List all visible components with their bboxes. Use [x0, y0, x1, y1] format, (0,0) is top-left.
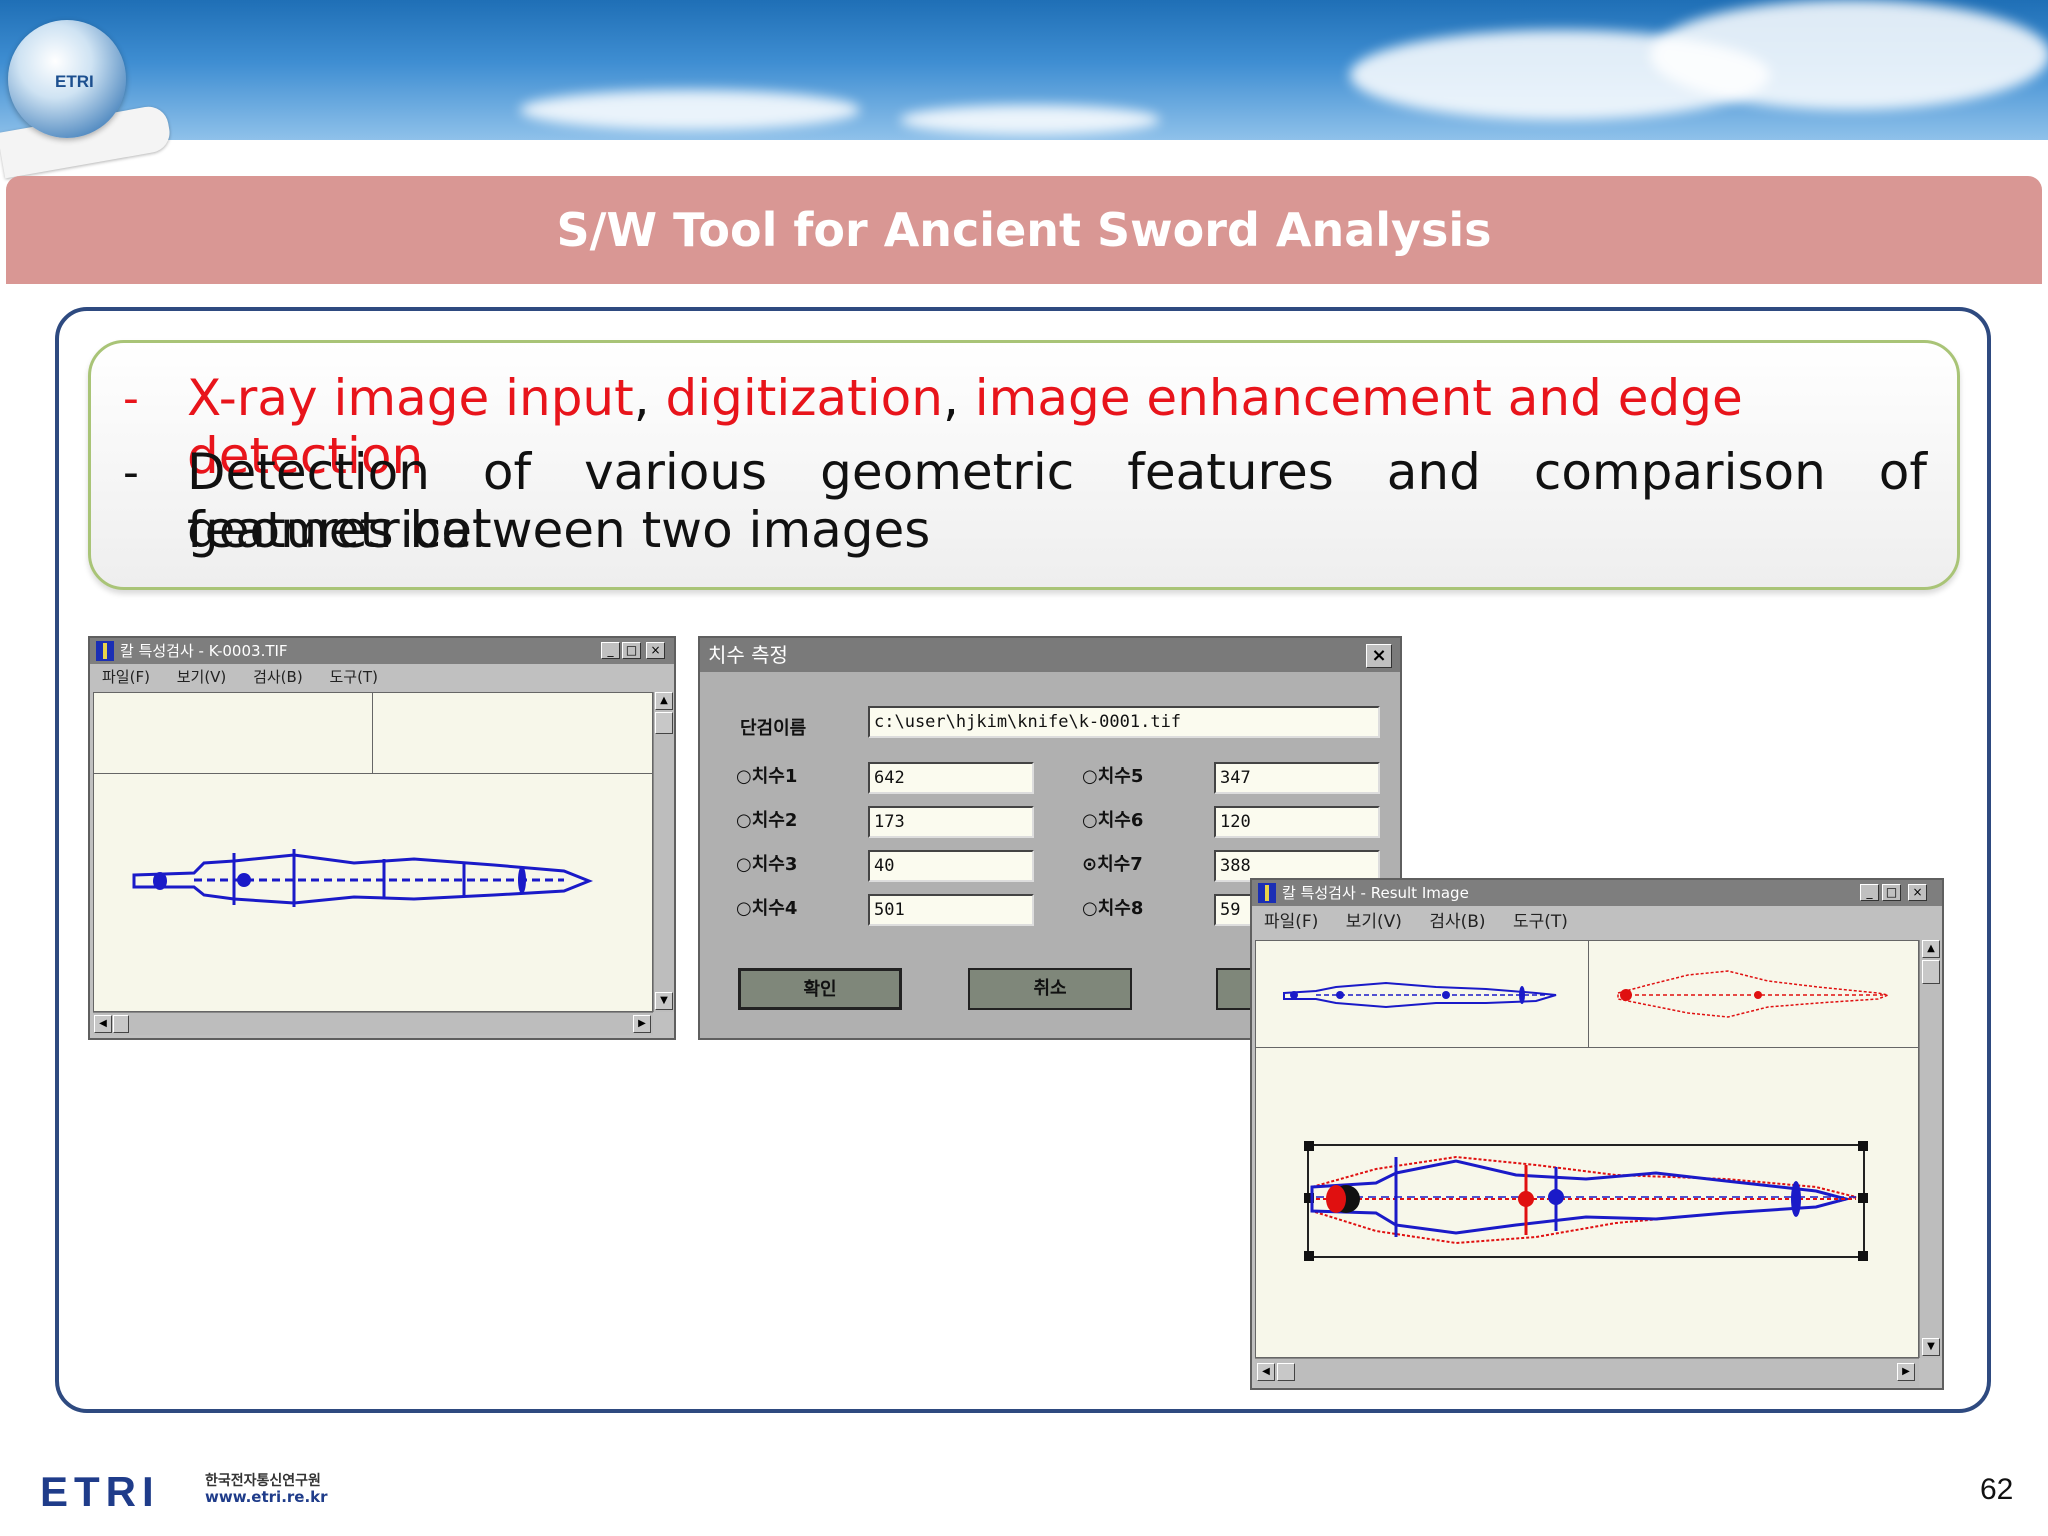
header-banner — [0, 0, 2048, 140]
scroll-up-button[interactable]: ▲ — [655, 692, 673, 710]
maximize-button[interactable]: □ — [622, 642, 641, 659]
measure-5-radio[interactable]: ○치수5 — [1082, 762, 1143, 788]
measure-5-label: 치수5 — [1097, 766, 1144, 787]
cancel-button[interactable]: 취소 — [968, 968, 1132, 1010]
app-icon — [96, 641, 114, 661]
measure-4-radio[interactable]: ○치수4 — [736, 894, 797, 920]
org-name-korean: 한국전자통신연구원 — [205, 1473, 321, 1489]
window-titlebar[interactable]: 칼 특성검사 - Result Image — [1252, 880, 1942, 906]
dialog-close-button[interactable]: × — [1366, 644, 1392, 668]
sword-analysis-window[interactable]: 칼 특성검사 - K-0003.TIF _ □ × 파일(F) 보기(V) 검사… — [88, 636, 676, 1040]
measure-8-radio[interactable]: ○치수8 — [1082, 894, 1143, 920]
scroll-left-button[interactable]: ◀ — [94, 1015, 112, 1033]
measure-2-radio[interactable]: ○치수2 — [736, 806, 797, 832]
window-title: 칼 특성검사 - K-0003.TIF — [120, 642, 288, 660]
horizontal-scrollbar[interactable]: ◀ ▶ — [93, 1012, 653, 1035]
window-titlebar[interactable]: 칼 특성검사 - K-0003.TIF — [90, 638, 674, 664]
menu-view[interactable]: 보기(V) — [1346, 912, 1402, 932]
measure-2-input[interactable]: 173 — [868, 806, 1034, 838]
sword-name-label: 단검이름 — [740, 718, 807, 739]
scroll-thumb[interactable] — [655, 712, 673, 734]
menu-file[interactable]: 파일(F) — [102, 668, 150, 686]
measure-4-input[interactable]: 501 — [868, 894, 1034, 926]
thumbnail-pane-1 — [1256, 941, 1589, 1048]
bullet-1-sep: , — [633, 369, 666, 427]
measure-3-label: 치수3 — [751, 854, 798, 875]
measure-7-label: 치수7 — [1097, 854, 1143, 875]
result-canvas[interactable] — [1255, 940, 1919, 1358]
scroll-thumb[interactable] — [1922, 960, 1940, 984]
dialog-title: 치수 측정 — [708, 643, 788, 667]
vertical-scrollbar[interactable]: ▲ ▼ — [1919, 940, 1942, 1358]
measure-1-radio[interactable]: ○치수1 — [736, 762, 797, 788]
vertical-scrollbar[interactable]: ▲ ▼ — [653, 692, 674, 1012]
dialog-titlebar[interactable]: 치수 측정 — [700, 638, 1400, 672]
red-outline-thumbnail — [1617, 970, 1891, 1018]
measure-7-radio[interactable]: ⊙치수7 — [1082, 850, 1143, 876]
sword-name-input[interactable]: c:\user\hjkim\knife\k-0001.tif — [868, 706, 1380, 738]
slide-title: S/W Tool for Ancient Sword Analysis — [556, 203, 1492, 257]
etri-footer-logo: ETRI — [40, 1468, 160, 1515]
bullet-1-sep: , — [942, 369, 975, 427]
bullet-2-line-2: features between two images — [187, 501, 931, 559]
scroll-right-button[interactable]: ▶ — [633, 1015, 651, 1033]
bullet-dash: - — [123, 447, 139, 498]
bullet-1-part-digitization: digitization — [665, 369, 943, 427]
image-canvas[interactable] — [93, 692, 653, 1012]
scroll-up-button[interactable]: ▲ — [1922, 940, 1940, 958]
measure-1-input[interactable]: 642 — [868, 762, 1034, 794]
measure-3-input[interactable]: 40 — [868, 850, 1034, 882]
menu-inspect[interactable]: 검사(B) — [253, 668, 303, 686]
result-image-window[interactable]: 칼 특성검사 - Result Image _ □ × 파일(F) 보기(V) … — [1250, 878, 1944, 1390]
thumbnail-pane-2 — [1588, 941, 1918, 1048]
cloud-decoration — [520, 90, 860, 130]
bullet-box: - X-ray image input, digitization, image… — [88, 340, 1960, 590]
menu-tools[interactable]: 도구(T) — [1513, 912, 1568, 932]
minimize-button[interactable]: _ — [601, 642, 620, 659]
menu-inspect[interactable]: 검사(B) — [1429, 912, 1485, 932]
org-website: www.etri.re.kr — [205, 1488, 328, 1506]
close-button[interactable]: × — [646, 642, 665, 659]
scroll-left-button[interactable]: ◀ — [1257, 1363, 1275, 1381]
thumbnail-pane — [372, 693, 652, 774]
menu-file[interactable]: 파일(F) — [1264, 912, 1318, 932]
title-bar: S/W Tool for Ancient Sword Analysis — [6, 176, 2042, 284]
minimize-button[interactable]: _ — [1860, 884, 1879, 901]
measure-3-radio[interactable]: ○치수3 — [736, 850, 797, 876]
ok-button[interactable]: 확인 — [738, 968, 902, 1010]
menu-view[interactable]: 보기(V) — [177, 668, 227, 686]
scroll-right-button[interactable]: ▶ — [1897, 1363, 1915, 1381]
horizontal-scrollbar[interactable]: ◀ ▶ — [1255, 1358, 1919, 1387]
scroll-thumb[interactable] — [1277, 1363, 1295, 1381]
measure-6-input[interactable]: 120 — [1214, 806, 1380, 838]
page-number: 62 — [1980, 1473, 2014, 1506]
app-icon — [1258, 883, 1276, 903]
scroll-thumb[interactable] — [113, 1015, 129, 1033]
overlay-comparison-image — [1304, 1141, 1868, 1261]
measure-2-label: 치수2 — [751, 810, 798, 831]
cloud-decoration — [1650, 0, 2048, 110]
measure-5-input[interactable]: 347 — [1214, 762, 1380, 794]
menu-bar: 파일(F) 보기(V) 검사(B) 도구(T) — [90, 664, 674, 690]
bullet-1-part-xray: X-ray image input — [187, 369, 634, 427]
thumbnail-pane — [94, 693, 373, 774]
scroll-down-button[interactable]: ▼ — [655, 992, 673, 1010]
measure-6-radio[interactable]: ○치수6 — [1082, 806, 1143, 832]
menu-tools[interactable]: 도구(T) — [329, 668, 377, 686]
measure-1-label: 치수1 — [751, 766, 798, 787]
measure-4-label: 치수4 — [751, 898, 798, 919]
bullet-dash: - — [123, 373, 139, 424]
close-button[interactable]: × — [1908, 884, 1927, 901]
measure-8-label: 치수8 — [1097, 898, 1144, 919]
window-title: 칼 특성검사 - Result Image — [1282, 884, 1469, 902]
maximize-button[interactable]: □ — [1882, 884, 1901, 901]
cloud-decoration — [900, 105, 1160, 135]
measure-6-label: 치수6 — [1097, 810, 1144, 831]
blue-outline-thumbnail — [1283, 981, 1557, 1009]
menu-bar: 파일(F) 보기(V) 검사(B) 도구(T) — [1252, 906, 1942, 938]
sword-outline-image — [132, 849, 594, 907]
scroll-down-button[interactable]: ▼ — [1922, 1338, 1940, 1356]
globe-logo-text: ETRI — [55, 72, 94, 91]
